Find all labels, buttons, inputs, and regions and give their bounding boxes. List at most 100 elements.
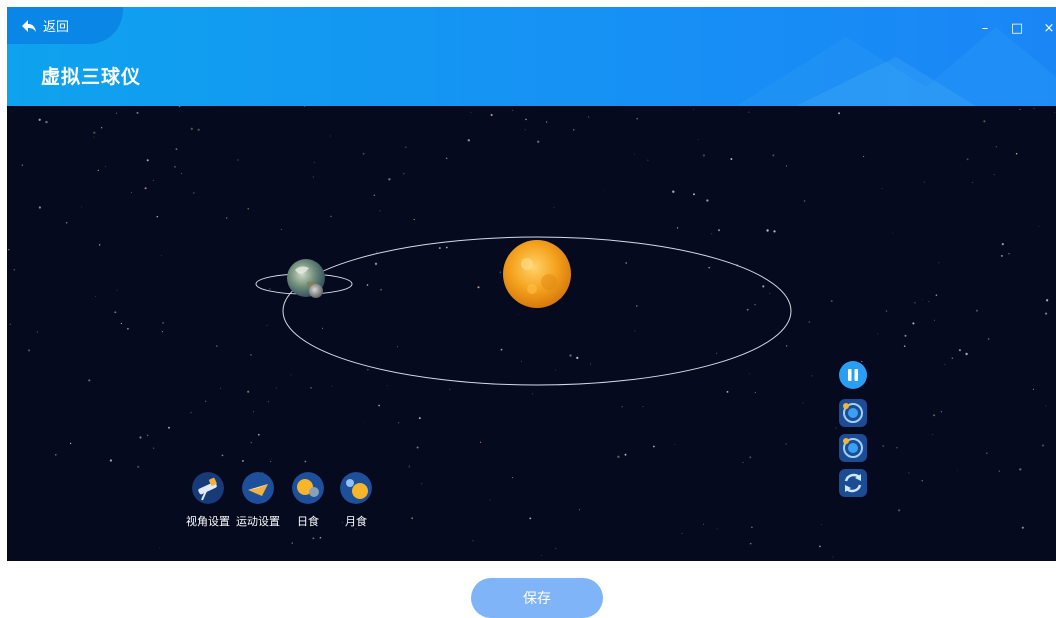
close-button[interactable]: × xyxy=(1042,21,1056,36)
star xyxy=(269,288,271,290)
reset-button[interactable] xyxy=(839,469,867,497)
star xyxy=(98,244,101,246)
orbit-view-button-1[interactable] xyxy=(839,399,867,427)
star xyxy=(1019,468,1022,471)
star xyxy=(156,215,159,218)
back-button[interactable]: 返回 xyxy=(7,7,123,44)
star xyxy=(499,271,502,273)
star xyxy=(175,148,178,150)
star xyxy=(512,109,514,111)
motion-settings-button[interactable]: 运动设置 xyxy=(235,472,281,529)
star xyxy=(367,369,369,371)
toolbar-label: 运动设置 xyxy=(236,515,280,528)
star xyxy=(965,352,968,356)
star xyxy=(746,308,749,311)
star xyxy=(152,180,154,181)
star xyxy=(802,402,804,404)
star xyxy=(221,454,224,457)
star xyxy=(69,442,72,445)
star xyxy=(1021,526,1024,529)
star xyxy=(674,444,676,446)
star xyxy=(921,298,923,300)
star xyxy=(603,189,605,191)
toolbar-label: 月食 xyxy=(345,515,367,528)
star xyxy=(247,390,250,393)
maximize-button[interactable]: □ xyxy=(1010,21,1024,36)
lunar-eclipse-button[interactable]: 月食 xyxy=(333,472,379,529)
star xyxy=(1019,108,1021,111)
star xyxy=(672,190,675,193)
pause-button[interactable] xyxy=(839,361,867,389)
star xyxy=(933,414,936,417)
star xyxy=(681,532,683,534)
star xyxy=(697,139,699,141)
star xyxy=(253,411,255,413)
star xyxy=(987,338,990,340)
star xyxy=(1041,444,1045,447)
star xyxy=(489,499,491,501)
star xyxy=(975,309,978,312)
solar-eclipse-button[interactable]: 日食 xyxy=(285,472,331,529)
star xyxy=(379,210,381,212)
star xyxy=(521,360,522,362)
star xyxy=(38,118,41,121)
star xyxy=(500,348,503,351)
star xyxy=(418,417,421,420)
star xyxy=(748,111,750,113)
star xyxy=(291,542,293,544)
star xyxy=(205,400,207,402)
save-button[interactable]: 保存 xyxy=(471,578,603,618)
star xyxy=(749,456,752,459)
minimize-button[interactable]: – xyxy=(978,21,992,36)
toolbar-label: 视角设置 xyxy=(186,515,230,528)
star xyxy=(8,249,10,251)
view-settings-button[interactable]: 视角设置 xyxy=(185,472,231,529)
star xyxy=(173,165,177,168)
star xyxy=(116,289,118,291)
star xyxy=(617,455,620,458)
star xyxy=(408,466,410,468)
star xyxy=(21,164,23,166)
star xyxy=(159,548,161,549)
star xyxy=(146,159,149,162)
star xyxy=(986,452,988,454)
star xyxy=(216,345,218,347)
star xyxy=(676,227,679,229)
star xyxy=(908,472,910,474)
star xyxy=(413,219,415,221)
star xyxy=(373,194,375,196)
star xyxy=(624,453,627,456)
orbit-view-button-2[interactable] xyxy=(839,434,867,462)
star xyxy=(220,387,222,389)
sun[interactable] xyxy=(503,240,571,308)
star xyxy=(702,154,706,157)
star xyxy=(811,375,813,377)
star xyxy=(275,387,277,389)
star xyxy=(993,174,995,176)
star xyxy=(808,321,811,323)
star xyxy=(579,509,581,511)
moon[interactable] xyxy=(309,284,323,298)
star xyxy=(376,251,378,253)
star xyxy=(193,192,195,194)
star xyxy=(105,166,106,168)
star xyxy=(590,363,592,365)
star xyxy=(647,159,649,161)
star xyxy=(270,460,272,463)
star xyxy=(363,422,365,424)
star xyxy=(139,436,142,439)
star xyxy=(178,106,181,108)
star xyxy=(904,334,907,337)
pause-icon xyxy=(848,369,858,381)
star xyxy=(95,296,97,297)
star xyxy=(555,369,556,371)
star xyxy=(130,191,132,193)
star xyxy=(329,135,331,137)
star xyxy=(470,112,472,113)
star xyxy=(766,229,769,232)
star xyxy=(331,385,333,387)
simulation-viewport[interactable]: 视角设置 运动设置 日食 月食 xyxy=(7,106,1056,561)
star xyxy=(537,140,540,143)
star xyxy=(250,442,252,444)
star xyxy=(378,404,380,407)
